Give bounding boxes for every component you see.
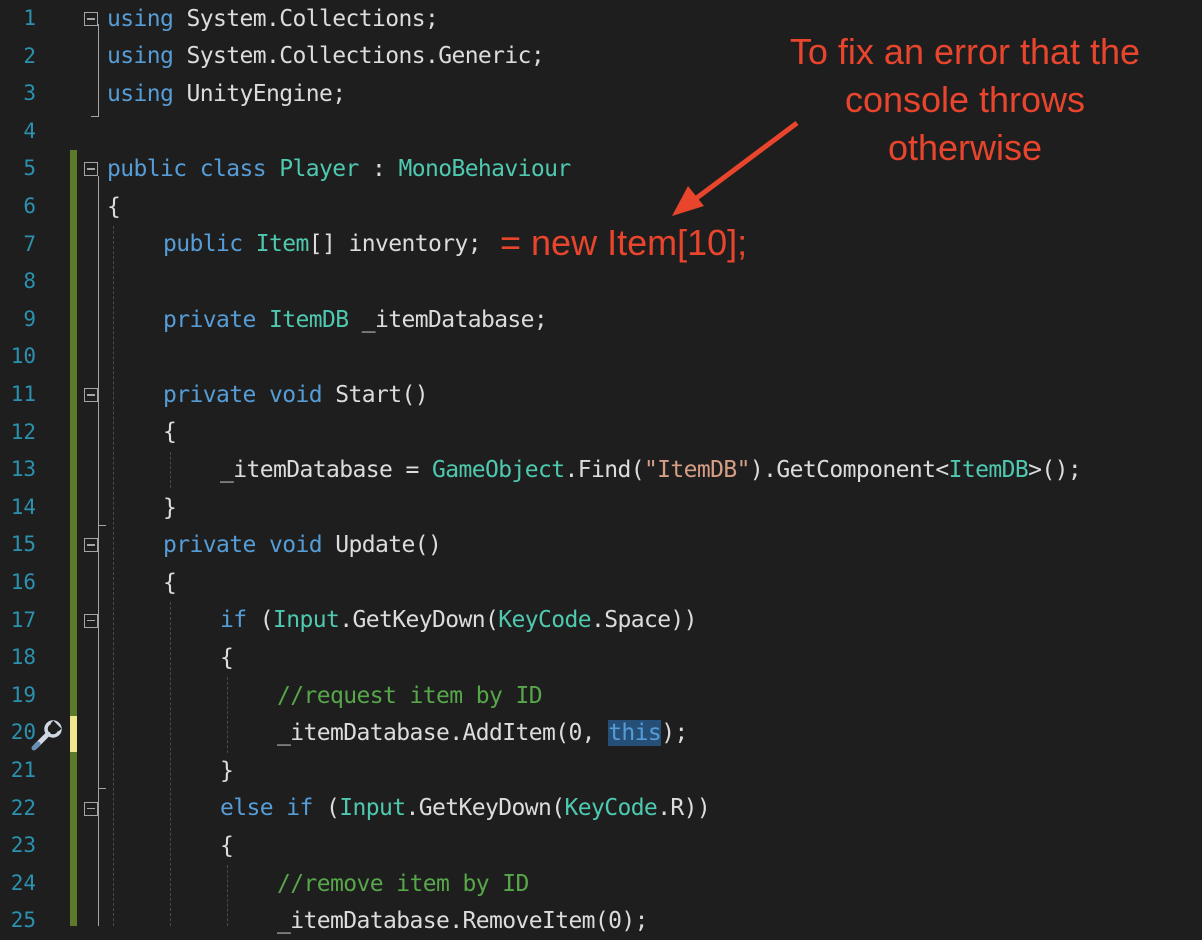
wrench-icon[interactable]	[30, 718, 64, 752]
arrow-icon	[672, 120, 799, 216]
